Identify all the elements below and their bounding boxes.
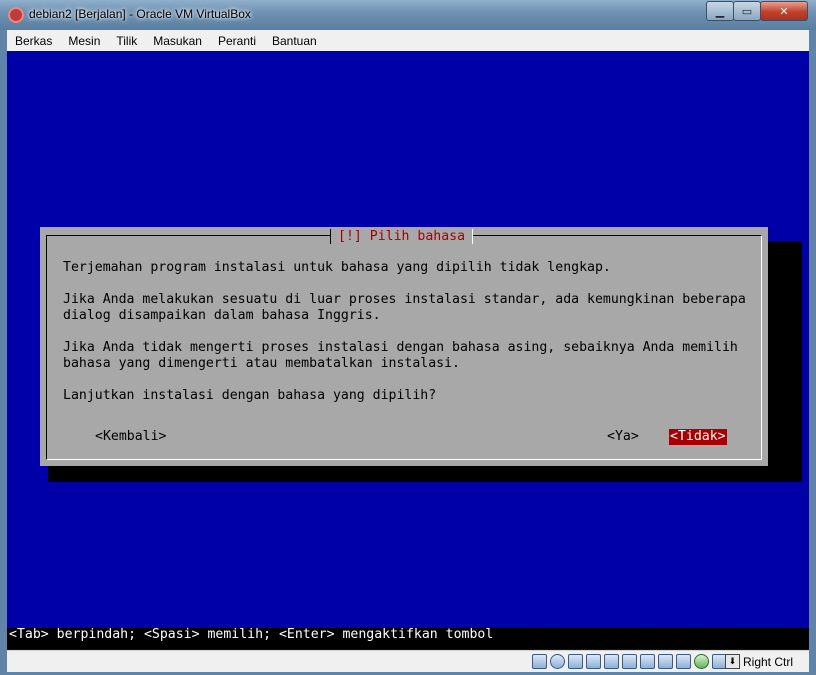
dialog-question: Lanjutkan instalasi dengan bahasa yang d… xyxy=(63,388,437,403)
menu-peranti[interactable]: Peranti xyxy=(210,34,264,48)
status-icons xyxy=(532,654,727,669)
window-title: debian2 [Berjalan] - Oracle VM VirtualBo… xyxy=(29,7,251,21)
host-key-arrow-icon: ⬇ xyxy=(725,654,740,669)
yes-button[interactable]: <Ya> xyxy=(607,429,639,445)
vm-screen[interactable]: [!] Pilih bahasa Terjemahan program inst… xyxy=(7,51,809,650)
hard-disk-icon[interactable] xyxy=(532,654,547,669)
virtualization-icon[interactable] xyxy=(676,654,691,669)
usb-icon[interactable] xyxy=(604,654,619,669)
menu-masukan[interactable]: Masukan xyxy=(145,34,210,48)
optical-disk-icon[interactable] xyxy=(550,654,565,669)
video-capture-icon[interactable] xyxy=(658,654,673,669)
no-button[interactable]: <Tidak> xyxy=(669,429,727,445)
language-dialog: [!] Pilih bahasa Terjemahan program inst… xyxy=(40,227,768,466)
dialog-message-2: Jika Anda melakukan sesuatu di luar pros… xyxy=(63,292,746,323)
dialog-frame: [!] Pilih bahasa Terjemahan program inst… xyxy=(46,229,762,460)
host-key-indicator: ⬇ Right Ctrl xyxy=(725,654,793,669)
network-icon[interactable] xyxy=(586,654,601,669)
maximize-button[interactable]: ▭ xyxy=(733,1,761,21)
host-key-label: Right Ctrl xyxy=(743,654,794,669)
menu-berkas[interactable]: Berkas xyxy=(7,34,60,48)
statusbar: ⬇ Right Ctrl xyxy=(7,650,809,672)
virtualbox-app-icon xyxy=(8,7,24,23)
display-icon[interactable] xyxy=(640,654,655,669)
shared-folder-icon[interactable] xyxy=(622,654,637,669)
menu-mesin[interactable]: Mesin xyxy=(60,34,108,48)
minimize-button[interactable]: ▁ xyxy=(706,1,734,21)
dialog-title: [!] Pilih bahasa xyxy=(330,229,474,244)
floppy-icon[interactable] xyxy=(568,654,583,669)
menu-tilik[interactable]: Tilik xyxy=(108,34,145,48)
window-frame-right xyxy=(809,30,816,675)
dialog-message-1: Terjemahan program instalasi untuk bahas… xyxy=(63,260,611,275)
close-button[interactable]: ✕ xyxy=(760,1,808,21)
dialog-message-3: Jika Anda tidak mengerti proses instalas… xyxy=(63,340,738,371)
menu-bantuan[interactable]: Bantuan xyxy=(264,34,325,48)
back-button[interactable]: <Kembali> xyxy=(95,429,166,445)
menubar: Berkas Mesin Tilik Masukan Peranti Bantu… xyxy=(7,30,809,52)
window-titlebar[interactable]: debian2 [Berjalan] - Oracle VM VirtualBo… xyxy=(0,0,816,30)
window-frame-left xyxy=(0,30,7,675)
help-line: <Tab> berpindah; <Spasi> memilih; <Enter… xyxy=(9,627,494,642)
mouse-integration-icon[interactable] xyxy=(694,654,709,669)
